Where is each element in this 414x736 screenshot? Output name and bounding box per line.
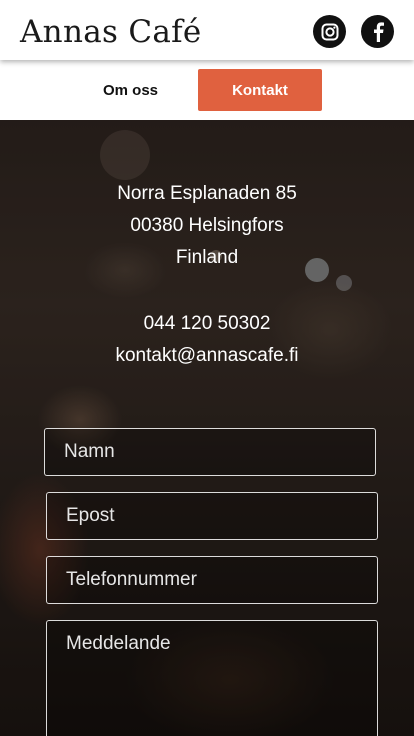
message-textarea[interactable]: Meddelande — [46, 620, 378, 736]
main-nav: Om oss Kontakt — [0, 60, 414, 120]
address-street: Norra Esplanaden 85 — [117, 183, 297, 204]
facebook-link[interactable] — [361, 15, 394, 48]
instagram-link[interactable] — [313, 15, 346, 48]
site-logo[interactable]: Annas Café — [20, 13, 202, 51]
address-country: Finland — [175, 247, 239, 268]
address-postal-city: 00380 Helsingfors — [130, 215, 284, 236]
nav-about-link[interactable]: Om oss — [78, 69, 183, 111]
name-input[interactable]: Namn — [44, 428, 376, 476]
email-input[interactable]: Epost — [46, 492, 378, 540]
nav-contact-button[interactable]: Kontakt — [198, 69, 322, 111]
reach-block: 044 120 50302 kontakt@annascafe.fi — [0, 308, 414, 372]
address-block: Norra Esplanaden 85 00380 Helsingfors Fi… — [0, 178, 414, 274]
bokeh-light — [100, 130, 150, 180]
phone-number[interactable]: 044 120 50302 — [0, 308, 414, 340]
instagram-icon — [321, 23, 338, 40]
contact-hero: Norra Esplanaden 85 00380 Helsingfors Fi… — [0, 120, 414, 736]
phone-input[interactable]: Telefonnummer — [46, 556, 378, 604]
site-header: Annas Café — [0, 0, 414, 60]
bokeh-light — [336, 275, 352, 291]
facebook-icon — [373, 21, 384, 42]
email-address[interactable]: kontakt@annascafe.fi — [0, 340, 414, 372]
